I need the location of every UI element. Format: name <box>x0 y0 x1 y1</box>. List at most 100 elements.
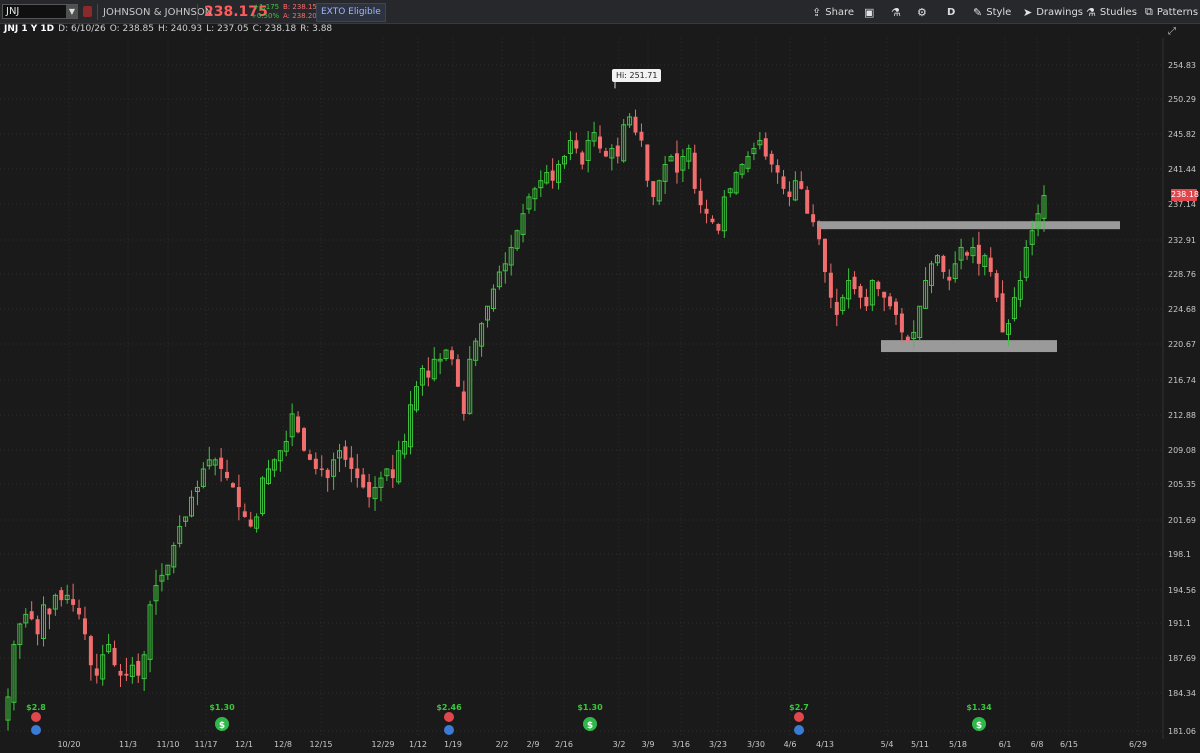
period-button[interactable]: D <box>947 0 955 24</box>
divider <box>97 4 98 20</box>
y-tick-label: 220.67 <box>1168 340 1196 349</box>
y-tick-label: 245.82 <box>1168 130 1196 139</box>
candle-body <box>82 618 87 635</box>
x-tick-label: 6/29 <box>1129 740 1147 749</box>
candle-body <box>574 140 579 149</box>
candle-body <box>834 301 839 315</box>
candle-body <box>35 619 40 635</box>
y-tick-label: 250.29 <box>1168 95 1196 104</box>
flask-icon: ⚗ <box>891 5 901 19</box>
high-annotation: Hi: 251.71 <box>612 69 662 82</box>
event-value-label: $2.46 <box>436 703 462 712</box>
candle-body <box>698 190 703 206</box>
flask-button[interactable]: ⚗ <box>891 0 905 24</box>
dividend-icon-glyph: $ <box>587 721 593 731</box>
candle-body <box>124 673 129 676</box>
share-icon: ⇪ <box>812 5 822 19</box>
top-toolbar: JNJ ▼ JOHNSON & JOHNSON 238.175 +1.175 +… <box>0 0 1200 24</box>
studies-icon: ⚗ <box>1086 5 1096 19</box>
candle-body <box>248 519 253 527</box>
cursor-icon: ➤ <box>1023 5 1033 19</box>
earnings-info-icon <box>31 725 41 735</box>
gear-icon: ⚙ <box>917 5 927 19</box>
x-tick-label: 1/12 <box>409 740 427 749</box>
x-tick-label: 11/3 <box>119 740 137 749</box>
candle-body <box>888 296 893 307</box>
candle-body <box>941 255 946 273</box>
price-chart[interactable]: 254.83 250.29 245.82 241.44 237.14 232.91 228.… <box>0 24 1200 753</box>
candle-body <box>219 457 224 469</box>
candle-body <box>319 468 324 471</box>
settings-button[interactable]: ⚙ <box>917 0 931 24</box>
ask-value: A: 238.20 <box>283 12 317 20</box>
x-tick-label: 11/10 <box>156 740 179 749</box>
event-value-label: $2.7 <box>789 703 809 712</box>
candle-body <box>71 599 76 605</box>
symbol-dropdown-icon[interactable]: ▼ <box>66 5 78 18</box>
candle-body <box>988 257 993 273</box>
dividend-icon-glyph: $ <box>976 721 982 731</box>
candle-body <box>828 272 833 298</box>
earnings-info-icon <box>794 725 804 735</box>
x-tick-label: 3/2 <box>613 740 626 749</box>
candle-body <box>390 469 395 479</box>
candle-body <box>580 152 585 165</box>
candle-body <box>88 636 93 666</box>
drawings-button[interactable]: ➤ Drawings <box>1023 0 1083 24</box>
candle-body <box>852 276 857 290</box>
x-tick-label: 3/23 <box>709 740 727 749</box>
candle-body <box>645 144 650 181</box>
style-icon: ✎ <box>973 5 983 19</box>
x-tick-label: 12/1 <box>235 740 253 749</box>
style-button[interactable]: ✎ Style <box>973 0 1011 24</box>
candle-body <box>225 471 230 479</box>
candle-body <box>769 153 774 165</box>
candle-body <box>805 189 810 214</box>
y-tick-label: 205.35 <box>1168 480 1196 489</box>
y-tick-label: 254.83 <box>1168 61 1196 70</box>
candle-body <box>59 590 64 601</box>
candle-body <box>236 487 241 508</box>
x-tick-label: 1/19 <box>444 740 462 749</box>
x-tick-label: 5/18 <box>949 740 967 749</box>
patterns-button[interactable]: ⧉ Patterns <box>1145 0 1198 24</box>
candle-body <box>763 138 768 157</box>
candle-body <box>716 223 721 231</box>
current-price-tag: 238.18 <box>1171 189 1199 201</box>
drawings-label: Drawings <box>1036 6 1084 18</box>
candle-body <box>899 313 904 333</box>
earnings-info-icon <box>444 725 454 735</box>
candle-body <box>325 469 330 479</box>
candle-body <box>633 116 638 133</box>
style-label: Style <box>986 6 1012 18</box>
y-tick-label: 187.69 <box>1168 654 1196 663</box>
y-tick-label: 216.74 <box>1168 376 1196 385</box>
x-tick-label: 5/11 <box>911 740 929 749</box>
share-label: Share <box>825 6 855 18</box>
y-tick-label: 209.08 <box>1168 446 1196 455</box>
studies-button[interactable]: ⚗ Studies <box>1086 0 1137 24</box>
symbol-flag-icon[interactable] <box>83 6 92 17</box>
candle-body <box>651 181 656 197</box>
candle-body <box>692 152 697 189</box>
candle-body <box>302 428 306 451</box>
candle-body <box>822 238 827 273</box>
candle-body <box>775 165 780 173</box>
candle-body <box>817 227 822 240</box>
x-tick-label: 11/17 <box>194 740 217 749</box>
candle-body <box>94 668 99 676</box>
bid-value: B: 238.15 <box>283 3 317 11</box>
support-zone <box>881 340 1057 353</box>
share-button[interactable]: ⇪ Share <box>812 0 854 24</box>
x-tick-label: 3/9 <box>642 740 655 749</box>
candle-body <box>965 252 970 256</box>
y-tick-label: 224.68 <box>1168 305 1196 314</box>
candle-body <box>639 131 644 141</box>
candle-body <box>361 474 366 488</box>
patterns-label: Patterns <box>1156 6 1199 18</box>
dividend-icon-glyph: $ <box>219 721 225 731</box>
snapshot-button[interactable]: ▣ <box>864 0 878 24</box>
divider <box>197 4 198 20</box>
x-tick-label: 4/13 <box>816 740 834 749</box>
x-tick-label: 12/8 <box>274 740 292 749</box>
